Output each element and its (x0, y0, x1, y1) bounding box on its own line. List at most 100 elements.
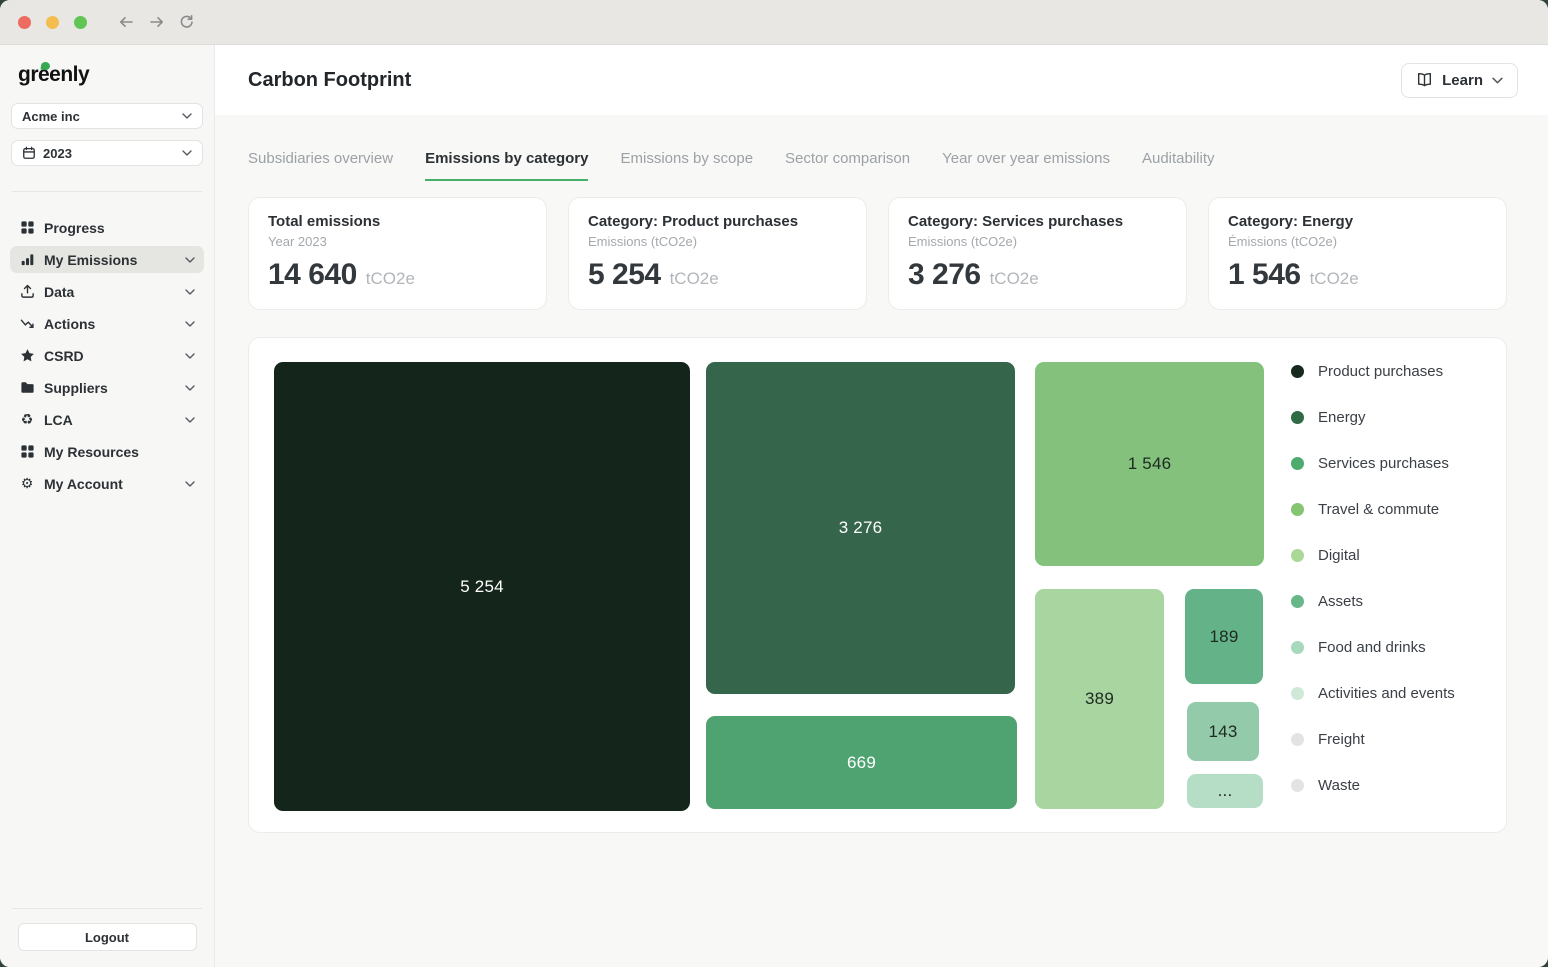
stat-card-title: Category: Services purchases (908, 213, 1167, 230)
stat-card-total-emissions: Total emissions Year 2023 14 640 tCO2e (248, 197, 547, 310)
legend-item-waste: Waste (1291, 777, 1455, 793)
book-icon (1416, 72, 1433, 88)
legend-label: Travel & commute (1318, 501, 1439, 518)
learn-button[interactable]: Learn (1401, 63, 1518, 98)
reload-icon[interactable] (178, 14, 195, 30)
sidebar-item-actions[interactable]: Actions (10, 310, 204, 337)
stat-card-subtitle: Emissions (tCO2e) (588, 234, 847, 249)
forward-arrow-icon[interactable] (148, 14, 165, 30)
legend-item-digital: Digital (1291, 547, 1455, 563)
main-area: Carbon Footprint Learn Subsidiaries over… (215, 45, 1548, 967)
tab-year-over-year-emissions[interactable]: Year over year emissions (942, 150, 1110, 181)
stat-card-unit: tCO2e (990, 269, 1039, 289)
treemap-tile-669[interactable]: 669 (706, 716, 1017, 809)
minimize-window-icon[interactable] (46, 16, 59, 29)
tab-subsidiaries-overview[interactable]: Subsidiaries overview (248, 150, 393, 181)
stat-card-title: Category: Energy (1228, 213, 1487, 230)
legend-label: Food and drinks (1318, 639, 1426, 656)
sidebar-menu: Progress My Emissions Data Actions CSRD … (0, 206, 214, 497)
treemap-tile-143[interactable]: 143 (1187, 702, 1259, 761)
chevron-down-icon (182, 150, 192, 156)
sidebar-item-my-resources[interactable]: My Resources (10, 438, 204, 465)
stat-card-unit: tCO2e (1310, 269, 1359, 289)
tab-emissions-by-category[interactable]: Emissions by category (425, 150, 588, 181)
chevron-down-icon (185, 321, 195, 327)
page-header: Carbon Footprint Learn (215, 45, 1548, 115)
legend-dot-icon (1291, 779, 1304, 792)
legend-dot-icon (1291, 549, 1304, 562)
tab-bar: Subsidiaries overview Emissions by catego… (248, 115, 1507, 181)
legend-label: Assets (1318, 593, 1363, 610)
treemap-tile-5254[interactable]: 5 254 (274, 362, 690, 811)
sidebar-item-suppliers[interactable]: Suppliers (10, 374, 204, 401)
tab-auditability[interactable]: Auditability (1142, 150, 1215, 181)
sidebar-item-lca[interactable]: ♻ LCA (10, 406, 204, 433)
legend-dot-icon (1291, 457, 1304, 470)
legend-item-services-purchases: Services purchases (1291, 455, 1455, 471)
back-arrow-icon[interactable] (118, 14, 135, 30)
sidebar-item-data[interactable]: Data (10, 278, 204, 305)
star-icon (19, 348, 35, 364)
legend-label: Freight (1318, 731, 1365, 748)
legend-label: Digital (1318, 547, 1360, 564)
close-window-icon[interactable] (18, 16, 31, 29)
legend-item-product-purchases: Product purchases (1291, 363, 1455, 379)
legend-dot-icon (1291, 687, 1304, 700)
stat-card-title: Total emissions (268, 213, 527, 230)
sidebar-item-progress[interactable]: Progress (10, 214, 204, 241)
legend-label: Services purchases (1318, 455, 1449, 472)
legend-label: Activities and events (1318, 685, 1455, 702)
legend-label: Product purchases (1318, 363, 1443, 380)
chart-legend: Product purchases Energy Services purcha… (1291, 363, 1455, 793)
legend-dot-icon (1291, 733, 1304, 746)
tab-emissions-by-scope[interactable]: Emissions by scope (620, 150, 753, 181)
grid-icon (19, 444, 35, 460)
legend-label: Energy (1318, 409, 1366, 426)
grid-icon (19, 220, 35, 236)
stat-card-subtitle: Year 2023 (268, 234, 527, 249)
stat-card-subtitle: Emissions (tCO2e) (908, 234, 1167, 249)
stat-card-category-energy: Category: Energy Émissions (tCO2e) 1 546… (1208, 197, 1507, 310)
treemap-tile-189[interactable]: 189 (1185, 589, 1263, 684)
chevron-down-icon (185, 481, 195, 487)
chevron-down-icon (1492, 77, 1503, 84)
maximize-window-icon[interactable] (74, 16, 87, 29)
logout-button[interactable]: Logout (18, 923, 197, 951)
chevron-down-icon (185, 417, 195, 423)
chevron-down-icon (185, 257, 195, 263)
legend-item-energy: Energy (1291, 409, 1455, 425)
calendar-icon (22, 146, 36, 160)
stat-card-category-product-purchases: Category: Product purchases Emissions (t… (568, 197, 867, 310)
sidebar-item-csrd[interactable]: CSRD (10, 342, 204, 369)
content-area: Subsidiaries overview Emissions by catego… (215, 115, 1548, 967)
sidebar-item-my-emissions[interactable]: My Emissions (10, 246, 204, 273)
tab-sector-comparison[interactable]: Sector comparison (785, 150, 910, 181)
stat-card-title: Category: Product purchases (588, 213, 847, 230)
stat-cards-row: Total emissions Year 2023 14 640 tCO2e C… (248, 197, 1507, 310)
recycle-icon: ♻ (19, 412, 35, 428)
treemap-tile-3276[interactable]: 3 276 (706, 362, 1015, 694)
legend-dot-icon (1291, 595, 1304, 608)
chevron-down-icon (182, 113, 192, 119)
legend-dot-icon (1291, 411, 1304, 424)
sidebar-divider (12, 908, 202, 909)
bar-chart-icon (19, 252, 35, 268)
treemap-tile-1546[interactable]: 1 546 (1035, 362, 1264, 566)
learn-button-label: Learn (1442, 72, 1483, 89)
trend-icon (19, 316, 35, 332)
stat-card-value: 5 254 (588, 258, 661, 292)
treemap-tile-rest[interactable]: ... (1187, 774, 1263, 808)
stat-card-unit: tCO2e (366, 269, 415, 289)
year-select[interactable]: 2023 (11, 140, 203, 166)
company-select[interactable]: Acme inc (11, 103, 203, 129)
gear-icon: ⚙ (19, 476, 35, 492)
app-window: greenly Acme inc 2023 Progress My Emissi… (0, 0, 1548, 967)
chevron-down-icon (185, 385, 195, 391)
sidebar-item-my-account[interactable]: ⚙ My Account (10, 470, 204, 497)
chevron-down-icon (185, 353, 195, 359)
stat-card-value: 14 640 (268, 258, 357, 292)
year-select-value: 2023 (43, 146, 72, 161)
treemap-tile-389[interactable]: 389 (1035, 589, 1164, 809)
stat-card-unit: tCO2e (670, 269, 719, 289)
treemap-chart-card: Product purchases Energy Services purcha… (248, 337, 1507, 833)
